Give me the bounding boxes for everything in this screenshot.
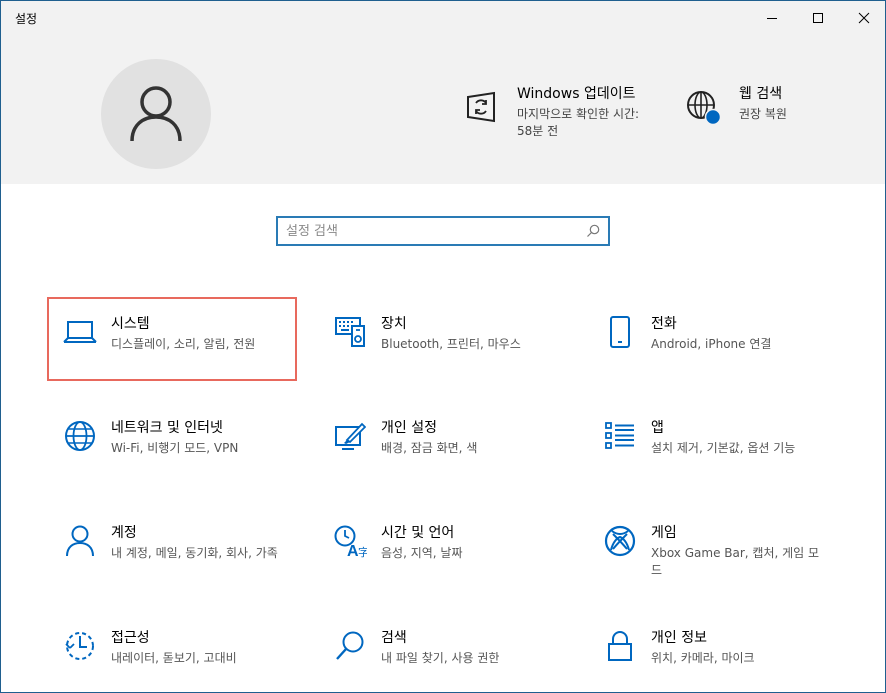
tile-personalization[interactable]: 개인 설정 배경, 잠금 화면, 색 [331, 419, 581, 505]
search-magnifier-icon [586, 224, 600, 238]
tile-title: 시간 및 언어 [381, 525, 455, 541]
person-icon [61, 522, 99, 560]
title-bar: 설정 [1, 1, 885, 35]
tile-search[interactable]: 검색 내 파일 찾기, 사용 권한 [331, 627, 581, 692]
devices-icon [331, 313, 369, 351]
personalization-icon [331, 417, 369, 455]
search-icon [331, 627, 369, 665]
tile-desc: Xbox Game Bar, 캡처, 게임 모드 [651, 546, 820, 577]
user-avatar-icon [130, 86, 182, 142]
update-title: Windows 업데이트 [517, 86, 636, 102]
svg-text:字: 字 [358, 545, 367, 558]
tile-accessibility[interactable]: 접근성 내레이터, 돋보기, 고대비 [61, 627, 311, 692]
minimize-button[interactable] [749, 1, 795, 35]
update-status: 마지막으로 확인한 시간: 58분 전 [517, 107, 640, 138]
time-language-icon: A 字 [331, 522, 369, 560]
tile-title: 접근성 [111, 630, 150, 646]
tile-title: 계정 [111, 525, 137, 541]
maximize-button[interactable] [795, 1, 841, 35]
tile-network[interactable]: 네트워크 및 인터넷 Wi-Fi, 비행기 모드, VPN [61, 419, 311, 505]
web-search-link[interactable]: 웹 검색 권장 복원 [681, 85, 787, 129]
accessibility-icon [61, 627, 99, 665]
close-button[interactable] [841, 1, 885, 35]
tile-title: 전화 [651, 316, 677, 332]
tile-title: 검색 [381, 630, 407, 646]
tile-title: 앱 [651, 420, 664, 436]
tile-desc: 음성, 지역, 날짜 [381, 546, 463, 560]
web-search-subtitle: 권장 복원 [739, 107, 787, 121]
avatar[interactable] [101, 59, 211, 169]
tile-accounts[interactable]: 계정 내 계정, 메일, 동기화, 회사, 가족 [61, 524, 311, 610]
windows-update-icon [459, 85, 503, 129]
tile-title: 개인 설정 [381, 420, 437, 436]
tile-desc: Android, iPhone 연결 [651, 337, 772, 351]
tile-phone[interactable]: 전화 Android, iPhone 연결 [601, 315, 851, 401]
globe-icon [61, 417, 99, 455]
tile-desc: Bluetooth, 프린터, 마우스 [381, 337, 521, 351]
apps-list-icon [601, 417, 639, 455]
tile-devices[interactable]: 장치 Bluetooth, 프린터, 마우스 [331, 315, 581, 401]
window-title: 설정 [15, 12, 38, 26]
tile-desc: 내레이터, 돋보기, 고대비 [111, 651, 237, 665]
globe-badge-icon [681, 85, 725, 129]
tile-desc: 배경, 잠금 화면, 색 [381, 441, 478, 455]
tile-desc: 설치 제거, 기본값, 옵션 기능 [651, 441, 796, 455]
tile-privacy[interactable]: 개인 정보 위치, 카메라, 마이크 [601, 627, 851, 692]
phone-icon [601, 313, 639, 351]
windows-update-link[interactable]: Windows 업데이트 마지막으로 확인한 시간: 58분 전 [459, 85, 642, 140]
tile-desc: 내 파일 찾기, 사용 권한 [381, 651, 500, 665]
xbox-icon [601, 522, 639, 560]
tile-desc: 디스플레이, 소리, 알림, 전원 [111, 337, 256, 351]
tile-apps[interactable]: 앱 설치 제거, 기본값, 옵션 기능 [601, 419, 851, 505]
search-input[interactable] [286, 221, 576, 241]
minimize-icon [767, 18, 777, 19]
tile-title: 네트워크 및 인터넷 [111, 420, 223, 436]
maximize-icon [813, 13, 823, 23]
tile-desc: 내 계정, 메일, 동기화, 회사, 가족 [111, 546, 278, 560]
tile-desc: Wi-Fi, 비행기 모드, VPN [111, 441, 239, 455]
settings-window: 설정 Windows 업데이트 마지막으로 확인한 시간: 58분 전 웹 검색… [0, 0, 886, 693]
tile-title: 개인 정보 [651, 630, 707, 646]
tile-desc: 위치, 카메라, 마이크 [651, 651, 755, 665]
laptop-icon [61, 313, 99, 351]
settings-search-box[interactable] [276, 216, 610, 246]
tile-title: 시스템 [111, 316, 150, 332]
tile-system[interactable]: 시스템 디스플레이, 소리, 알림, 전원 [61, 315, 311, 401]
tile-time-language[interactable]: A 字 시간 및 언어 음성, 지역, 날짜 [331, 524, 581, 610]
web-search-title: 웹 검색 [739, 86, 783, 102]
header-panel: Windows 업데이트 마지막으로 확인한 시간: 58분 전 웹 검색 권장… [1, 35, 885, 184]
tile-title: 장치 [381, 316, 407, 332]
tile-title: 게임 [651, 525, 677, 541]
lock-icon [601, 627, 639, 665]
tile-gaming[interactable]: 게임 Xbox Game Bar, 캡처, 게임 모드 [601, 524, 851, 610]
close-icon [858, 12, 870, 24]
